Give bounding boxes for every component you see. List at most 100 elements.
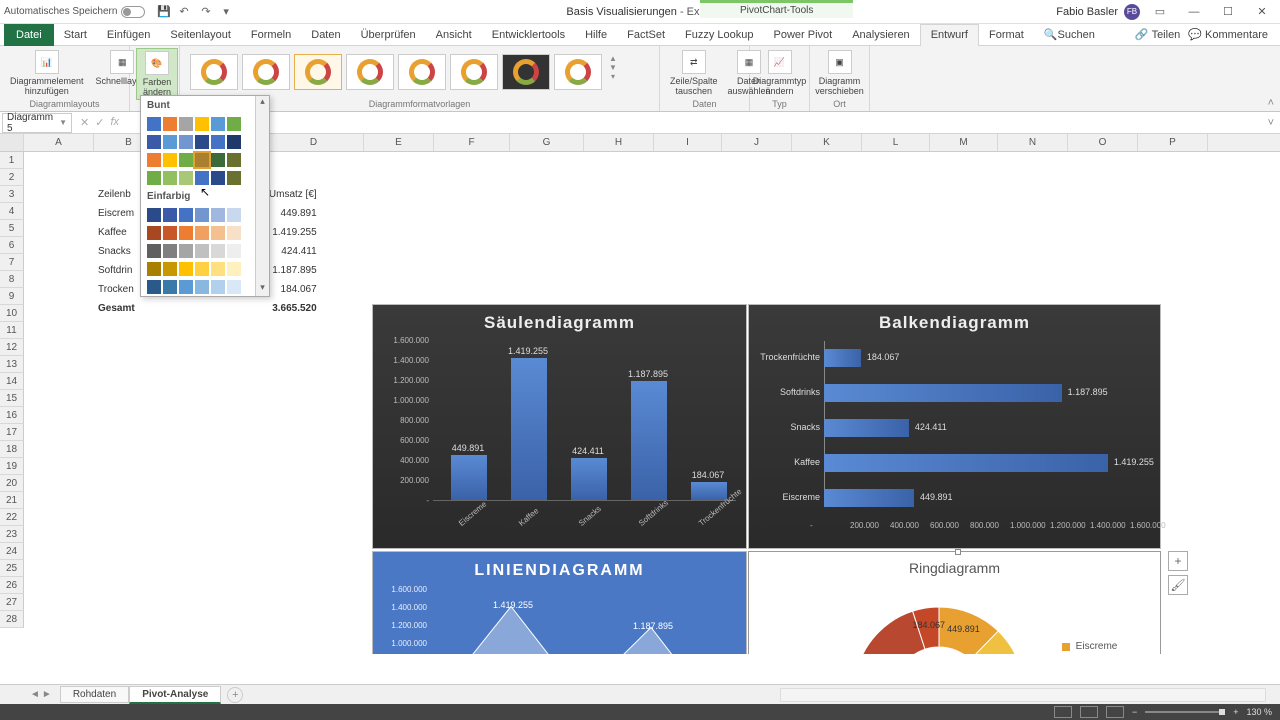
formula-input[interactable]	[127, 117, 1262, 129]
zoom-in-icon[interactable]: +	[1233, 707, 1238, 717]
autosave-label: Automatisches Speichern	[4, 6, 117, 17]
style-thumb-3[interactable]	[294, 54, 342, 90]
chart-styles-button[interactable]: 🖌	[1168, 575, 1188, 595]
col-header[interactable]: G	[510, 134, 584, 151]
share-button[interactable]: 🔗 Teilen	[1135, 28, 1180, 41]
tab-review[interactable]: Überprüfen	[351, 24, 426, 46]
col-header[interactable]: I	[654, 134, 722, 151]
tab-start[interactable]: Start	[54, 24, 97, 46]
sheet-nav-next[interactable]: ►	[42, 689, 52, 700]
normal-view-icon[interactable]	[1054, 706, 1072, 718]
tab-format[interactable]: Format	[979, 24, 1034, 46]
zoom-out-icon[interactable]: −	[1132, 707, 1137, 717]
ribbon-options-icon[interactable]: ▭	[1146, 2, 1174, 22]
collapse-ribbon-icon[interactable]: ˄	[1268, 97, 1274, 109]
tab-powerpivot[interactable]: Power Pivot	[764, 24, 843, 46]
chart-elements-button[interactable]: +	[1168, 551, 1188, 571]
tab-developer[interactable]: Entwicklertools	[482, 24, 575, 46]
tab-analyze[interactable]: Analysieren	[842, 24, 919, 46]
tab-factset[interactable]: FactSet	[617, 24, 675, 46]
zoom-slider[interactable]	[1145, 711, 1225, 713]
gallery-up-icon[interactable]: ▲	[606, 54, 620, 63]
qat-dropdown-icon[interactable]: ▾	[223, 5, 237, 19]
horizontal-scrollbar[interactable]	[780, 688, 1266, 702]
save-icon[interactable]: 💾	[157, 5, 171, 19]
tab-fuzzy[interactable]: Fuzzy Lookup	[675, 24, 763, 46]
sheet-tab-pivot[interactable]: Pivot-Analyse	[129, 686, 221, 704]
close-icon[interactable]: ✕	[1248, 2, 1276, 22]
undo-icon[interactable]: ↶	[179, 5, 193, 19]
chart-title: Balkendiagramm	[749, 305, 1160, 341]
col-header[interactable]: L	[862, 134, 930, 151]
style-thumb-1[interactable]	[190, 54, 238, 90]
chart-style-gallery: ▲▼▾	[186, 48, 653, 96]
palette-scrollbar[interactable]: ▴▾	[255, 96, 269, 296]
cancel-icon[interactable]: ✕	[80, 116, 89, 129]
change-colors-button[interactable]: 🎨Farben ändern	[136, 48, 178, 100]
zoom-level[interactable]: 130 %	[1246, 707, 1272, 717]
add-chart-element-button[interactable]: 📊Diagrammelement hinzufügen	[6, 48, 88, 98]
style-thumb-5[interactable]	[398, 54, 446, 90]
expand-formula-icon[interactable]: ˅	[1262, 117, 1280, 129]
col-header[interactable]: E	[364, 134, 434, 151]
col-header[interactable]: D	[264, 134, 364, 151]
column-chart[interactable]: Säulendiagramm 1.600.0001.400.0001.200.0…	[372, 304, 747, 549]
tab-data[interactable]: Daten	[301, 24, 350, 46]
comments-button[interactable]: 💬 Kommentare	[1188, 28, 1268, 41]
user-avatar[interactable]: FB	[1124, 4, 1140, 20]
add-sheet-button[interactable]: +	[227, 687, 243, 703]
move-chart-button[interactable]: ▣Diagramm verschieben	[816, 48, 863, 98]
title-bar: Automatisches Speichern 💾 ↶ ↷ ▾ Basis Vi…	[0, 0, 1280, 24]
contextual-tab-label: PivotChart-Tools	[700, 0, 853, 18]
autosave-toggle[interactable]: Automatisches Speichern	[4, 6, 145, 18]
chart-title: LINIENDIAGRAMM	[373, 552, 746, 590]
tab-pagelayout[interactable]: Seitenlayout	[160, 24, 241, 46]
page-break-icon[interactable]	[1106, 706, 1124, 718]
sheet-nav-prev[interactable]: ◄	[30, 689, 40, 700]
gallery-down-icon[interactable]: ▼	[606, 63, 620, 72]
search-box[interactable]: 🔍 Suchen	[1034, 24, 1105, 46]
line-chart[interactable]: LINIENDIAGRAMM 1.600.0001.400.0001.200.0…	[372, 551, 747, 654]
chevron-down-icon[interactable]: ▼	[59, 118, 67, 127]
col-header[interactable]: A	[24, 134, 94, 151]
page-layout-icon[interactable]	[1080, 706, 1098, 718]
style-thumb-2[interactable]	[242, 54, 290, 90]
switch-row-col-button[interactable]: ⇄Zeile/Spalte tauschen	[666, 48, 722, 98]
sheet-tab-rohdaten[interactable]: Rohdaten	[60, 686, 129, 703]
tab-insert[interactable]: Einfügen	[97, 24, 160, 46]
name-box[interactable]: Diagramm 5▼	[2, 113, 72, 133]
svg-text:184.067: 184.067	[913, 620, 946, 630]
tab-formulas[interactable]: Formeln	[241, 24, 301, 46]
col-header[interactable]: O	[1068, 134, 1138, 151]
col-header[interactable]: N	[998, 134, 1068, 151]
move-chart-icon: ▣	[828, 50, 852, 74]
hovered-swatch[interactable]	[195, 153, 209, 167]
bar-chart[interactable]: Balkendiagramm Trockenfrüchte184.067Soft…	[748, 304, 1161, 549]
col-header[interactable]: H	[584, 134, 654, 151]
col-header[interactable]: J	[722, 134, 792, 151]
confirm-icon[interactable]: ✓	[95, 116, 104, 129]
minimize-icon[interactable]: —	[1180, 2, 1208, 22]
user-name[interactable]: Fabio Basler	[1056, 6, 1118, 18]
style-thumb-7[interactable]	[502, 54, 550, 90]
tab-file[interactable]: Datei	[4, 24, 54, 46]
fx-icon[interactable]: fx	[110, 116, 119, 129]
tab-design[interactable]: Entwurf	[920, 24, 979, 46]
gallery-more-icon[interactable]: ▾	[606, 72, 620, 81]
col-header[interactable]: K	[792, 134, 862, 151]
chart-element-icon: 📊	[35, 50, 59, 74]
maximize-icon[interactable]: ☐	[1214, 2, 1242, 22]
redo-icon[interactable]: ↷	[201, 5, 215, 19]
ring-chart[interactable]: Ringdiagramm 449.8911.419.255424.4111.18…	[748, 551, 1161, 654]
col-header[interactable]: F	[434, 134, 510, 151]
tab-help[interactable]: Hilfe	[575, 24, 617, 46]
tab-view[interactable]: Ansicht	[426, 24, 482, 46]
toggle-switch[interactable]	[121, 6, 145, 18]
change-chart-type-button[interactable]: 📈Diagrammtyp ändern	[756, 48, 803, 98]
style-thumb-8[interactable]	[554, 54, 602, 90]
style-thumb-6[interactable]	[450, 54, 498, 90]
col-header[interactable]: M	[930, 134, 998, 151]
col-header[interactable]: P	[1138, 134, 1208, 151]
select-all[interactable]	[0, 134, 24, 151]
style-thumb-4[interactable]	[346, 54, 394, 90]
